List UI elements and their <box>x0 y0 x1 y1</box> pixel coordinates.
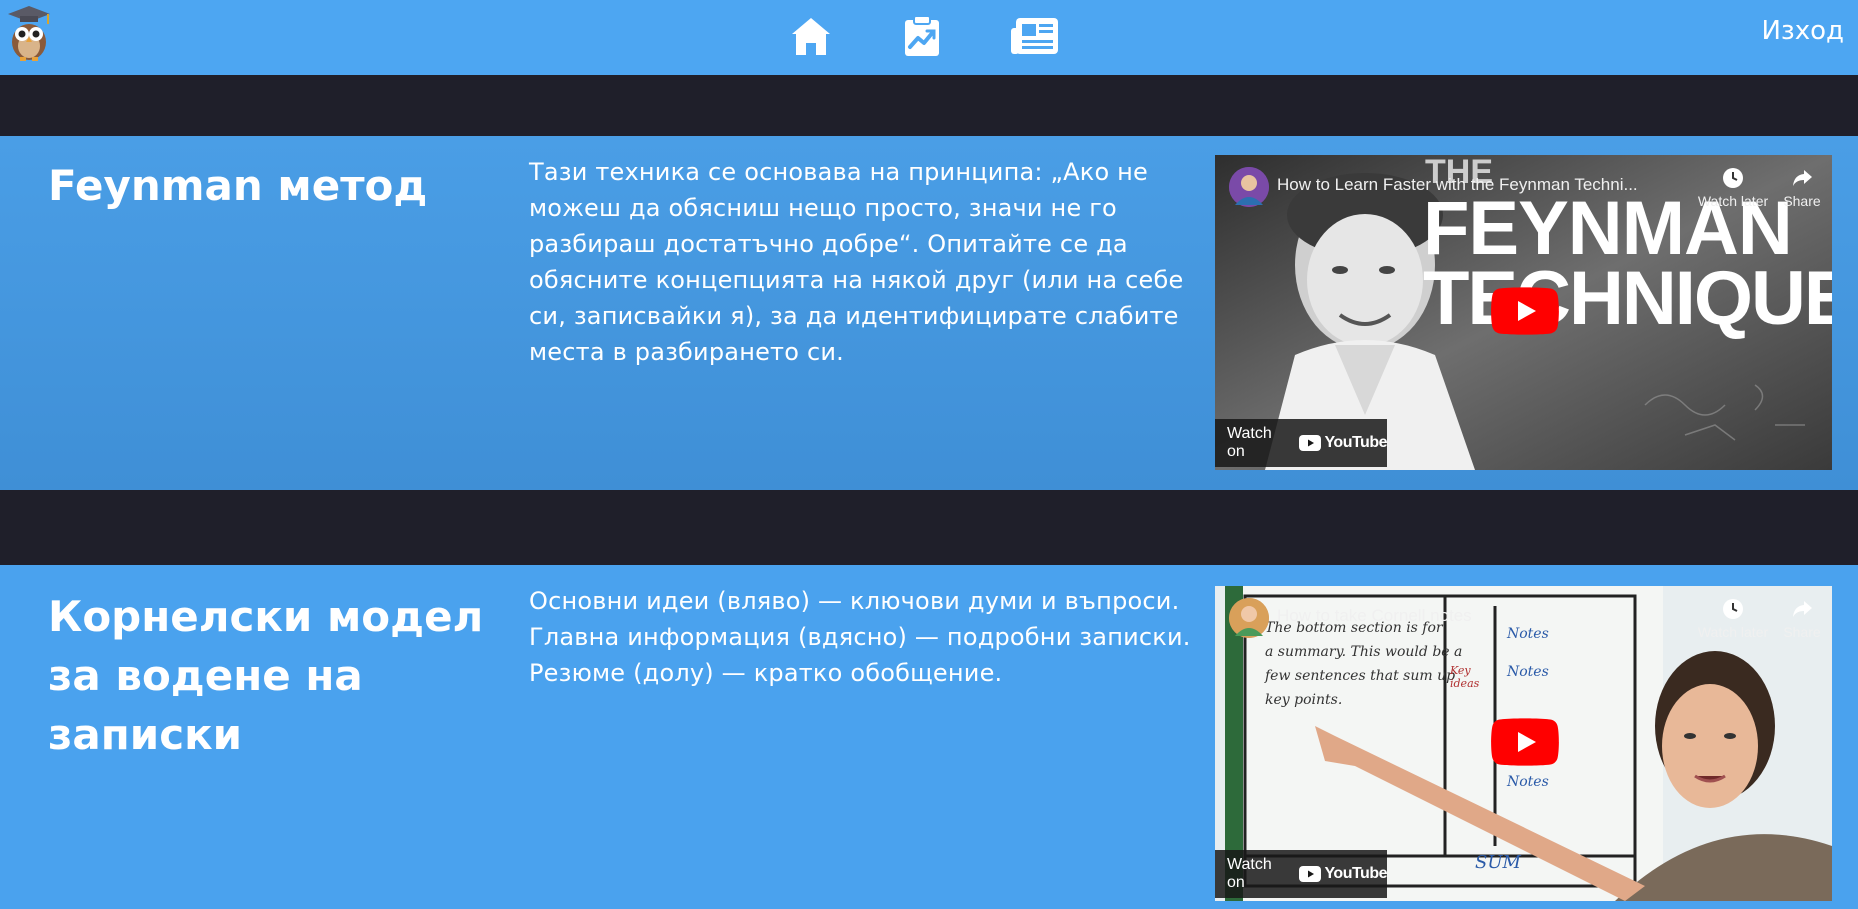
board-text: Key ideas <box>1450 664 1480 690</box>
play-icon <box>1491 718 1559 766</box>
home-icon[interactable] <box>789 14 833 58</box>
video-title[interactable]: How to take Cornell notes <box>1277 606 1472 626</box>
owl-logo-icon[interactable] <box>4 4 54 62</box>
description-line: Главна информация (вдясно) — подробни за… <box>529 623 1191 651</box>
youtube-play-icon <box>1299 866 1322 882</box>
share-button[interactable]: Share <box>1762 167 1832 209</box>
clock-icon <box>1723 599 1743 619</box>
channel-avatar[interactable] <box>1229 167 1269 207</box>
feynman-section: Feynman метод Тази техника се основава н… <box>0 136 1858 490</box>
section-divider <box>0 75 1858 136</box>
watch-on-youtube-button[interactable]: Watch on YouTube <box>1215 850 1387 898</box>
share-icon <box>1793 170 1812 186</box>
logout-link[interactable]: Изход <box>1761 16 1844 46</box>
news-icon[interactable] <box>1010 14 1062 58</box>
description-line: Основни идеи (вляво) — ключови думи и въ… <box>529 587 1180 615</box>
clock-icon <box>1723 168 1743 188</box>
youtube-logo: YouTube <box>1299 865 1387 883</box>
video-title[interactable]: How to Learn Faster with the Feynman Tec… <box>1277 175 1638 195</box>
cornell-section: Корнелски модел за водене на записки Осн… <box>0 565 1858 909</box>
board-text: Notes <box>1507 626 1549 642</box>
youtube-video-embed[interactable]: THE FEYNMAN TECHNIQUE How to Learn Faste… <box>1215 155 1832 470</box>
board-text: Notes <box>1507 664 1549 680</box>
watch-on-youtube-button[interactable]: Watch on YouTube <box>1215 419 1387 467</box>
section-description: Основни идеи (вляво) — ключови думи и въ… <box>529 583 1229 691</box>
board-text: The bottom section is for a summary. Thi… <box>1265 620 1463 708</box>
play-button[interactable] <box>1491 718 1559 766</box>
youtube-video-embed[interactable]: The bottom section is for a summary. Thi… <box>1215 586 1832 901</box>
play-icon <box>1491 287 1559 335</box>
share-icon <box>1793 601 1812 617</box>
section-title: Корнелски модел за водене на записки <box>48 592 484 759</box>
watch-later-button[interactable]: Watch later <box>1693 598 1773 640</box>
channel-avatar[interactable] <box>1229 598 1269 638</box>
thumbnail-text: TECHNIQUE <box>1423 256 1832 341</box>
section-description: Тази техника се основава на принципа: „А… <box>529 158 1184 366</box>
section-title: Feynman метод <box>48 161 428 210</box>
board-text: Notes <box>1507 774 1549 790</box>
youtube-play-icon <box>1299 435 1322 451</box>
section-divider <box>0 490 1858 565</box>
share-button[interactable]: Share <box>1762 598 1832 640</box>
watch-later-button[interactable]: Watch later <box>1693 167 1773 209</box>
clipboard-chart-icon[interactable] <box>900 14 944 58</box>
play-button[interactable] <box>1491 287 1559 335</box>
top-navigation-bar: Изход <box>0 0 1858 75</box>
description-line: Резюме (долу) — кратко обобщение. <box>529 659 1003 687</box>
board-text: SUM <box>1475 852 1521 873</box>
youtube-logo: YouTube <box>1299 434 1387 452</box>
